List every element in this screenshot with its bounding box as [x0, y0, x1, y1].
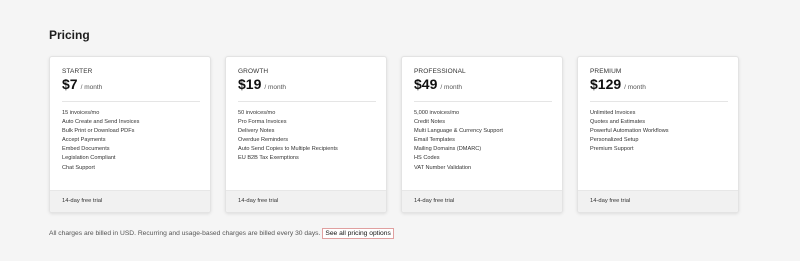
card-footer: 14-day free trial	[578, 190, 738, 212]
plan-card-premium[interactable]: PREMIUM $129 / month Unlimited Invoices …	[577, 56, 739, 213]
price-row: $7 / month	[62, 76, 102, 92]
see-all-pricing-link[interactable]: See all pricing options	[322, 228, 394, 239]
divider	[590, 101, 728, 102]
feature-item: Multi Language & Currency Support	[414, 128, 503, 135]
plan-period: / month	[264, 84, 287, 91]
feature-item: Premium Support	[590, 146, 634, 153]
trial-label: 14-day free trial	[590, 198, 631, 204]
plan-price: $7	[62, 76, 78, 92]
page-title: Pricing	[49, 28, 90, 42]
feature-list: Unlimited Invoices Quotes and Estimates …	[590, 109, 669, 154]
card-footer: 14-day free trial	[50, 190, 210, 212]
trial-label: 14-day free trial	[62, 198, 103, 204]
price-row: $129 / month	[590, 76, 646, 92]
feature-list: 5,000 invoices/mo Credit Notes Multi Lan…	[414, 109, 503, 173]
feature-item: Quotes and Estimates	[590, 119, 646, 126]
divider	[62, 101, 200, 102]
trial-label: 14-day free trial	[238, 198, 279, 204]
feature-item: Bulk Print or Download PDFs	[62, 128, 135, 135]
divider	[238, 101, 376, 102]
billing-note: All charges are billed in USD. Recurring…	[49, 228, 394, 239]
feature-item: Email Templates	[414, 137, 455, 144]
feature-item: Embed Documents	[62, 146, 110, 153]
feature-item: VAT Number Validation	[414, 164, 472, 171]
plan-price: $129	[590, 76, 622, 92]
billing-note-text: All charges are billed in USD. Recurring…	[49, 230, 321, 237]
feature-item: Credit Notes	[414, 119, 446, 126]
plan-period: / month	[440, 84, 463, 91]
feature-item: 5,000 invoices/mo	[414, 110, 460, 116]
plan-name: PROFESSIONAL	[414, 68, 466, 75]
trial-label: 14-day free trial	[414, 198, 455, 204]
plan-period: / month	[80, 84, 103, 91]
plan-name: PREMIUM	[590, 68, 622, 75]
plan-name: STARTER	[62, 68, 93, 75]
feature-item: Personalized Setup	[590, 137, 639, 144]
feature-item: Overdue Reminders	[238, 137, 289, 144]
feature-item: Auto Send Copies to Multiple Recipients	[238, 146, 338, 153]
divider	[414, 101, 552, 102]
feature-item: 50 invoices/mo	[238, 110, 276, 116]
plan-period: / month	[624, 84, 646, 91]
price-row: $49 / month	[414, 76, 462, 92]
plan-price: $19	[238, 76, 262, 92]
feature-item: Mailing Domains (DMARC)	[414, 146, 482, 153]
plan-name: GROWTH	[238, 68, 269, 75]
feature-item: Delivery Notes	[238, 128, 275, 135]
feature-item: Accept Payments	[62, 137, 106, 144]
feature-item: 15 invoices/mo	[62, 110, 100, 116]
plan-card-starter[interactable]: STARTER $7 / month 15 invoices/mo Auto C…	[49, 56, 211, 213]
feature-item: Powerful Automation Workflows	[590, 128, 669, 135]
feature-item: HS Codes	[414, 155, 440, 162]
feature-item: Pro Forma Invoices	[238, 119, 287, 126]
price-row: $19 / month	[238, 76, 286, 92]
feature-list: 15 invoices/mo Auto Create and Send Invo…	[62, 109, 139, 173]
feature-item: EU B2B Tax Exemptions	[238, 155, 299, 162]
card-footer: 14-day free trial	[402, 190, 562, 212]
feature-item: Auto Create and Send Invoices	[62, 119, 140, 126]
feature-item: Unlimited Invoices	[590, 110, 636, 116]
card-footer: 14-day free trial	[226, 190, 386, 212]
plan-card-professional[interactable]: PROFESSIONAL $49 / month 5,000 invoices/…	[401, 56, 563, 213]
feature-item: Chat Support	[62, 164, 95, 171]
pricing-cards: STARTER $7 / month 15 invoices/mo Auto C…	[49, 56, 739, 213]
feature-list: 50 invoices/mo Pro Forma Invoices Delive…	[238, 109, 338, 164]
plan-price: $49	[414, 76, 438, 92]
plan-card-growth[interactable]: GROWTH $19 / month 50 invoices/mo Pro Fo…	[225, 56, 387, 213]
feature-item: Legislation Compliant	[62, 155, 116, 162]
